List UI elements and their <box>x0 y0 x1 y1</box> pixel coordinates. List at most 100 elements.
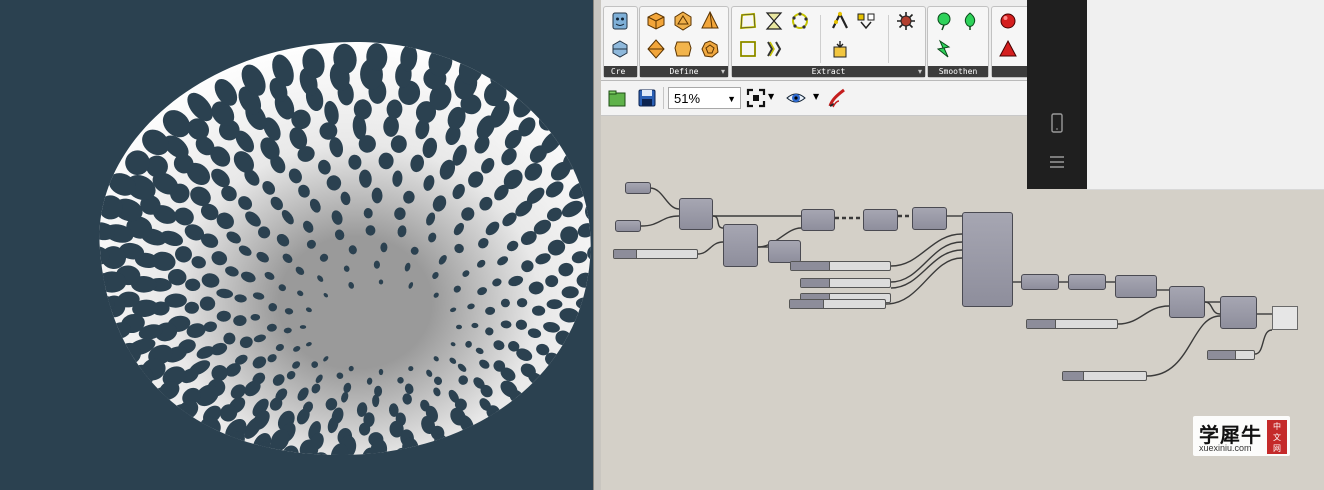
cull-faces-icon[interactable] <box>856 11 876 31</box>
mesh-cell-hole <box>545 92 566 114</box>
mesh-cell-hole <box>102 342 125 363</box>
mesh-cell-hole <box>342 462 364 490</box>
mesh-component[interactable] <box>768 240 801 263</box>
mesh-cell-hole <box>582 143 591 166</box>
mesh-component[interactable] <box>1068 274 1106 290</box>
mesh-component[interactable] <box>1115 275 1157 298</box>
phone-icon[interactable] <box>1048 112 1066 134</box>
mesh-cell-hole <box>587 124 591 150</box>
red-triangle-icon[interactable] <box>998 39 1018 59</box>
sketch-brush-icon[interactable] <box>827 88 847 108</box>
red-sphere-icon[interactable] <box>998 11 1018 31</box>
mesh-component[interactable] <box>863 209 898 231</box>
mesh-cell-hole <box>148 405 174 429</box>
menu-icon[interactable] <box>1048 153 1066 171</box>
dodecahedron-icon[interactable] <box>700 39 720 59</box>
mesh-cell-hole <box>265 455 297 490</box>
mesh-component[interactable] <box>912 207 947 230</box>
mesh-cell-hole <box>465 440 486 455</box>
mesh-cell-hole <box>378 368 384 376</box>
face-boundary-icon[interactable] <box>738 11 758 31</box>
face-icon[interactable] <box>610 11 630 31</box>
mesh-component[interactable] <box>679 198 713 230</box>
green-bolt-icon[interactable] <box>934 39 954 59</box>
panel-expand-icon[interactable]: ▾ <box>918 66 922 77</box>
number-slider[interactable] <box>613 249 698 259</box>
mesh-cell-hole <box>246 458 277 490</box>
open-file-icon[interactable] <box>607 88 627 108</box>
mesh-cell-hole <box>550 378 573 399</box>
rhino-viewport[interactable] <box>0 0 593 490</box>
edge-split-icon[interactable] <box>830 11 850 31</box>
mesh-cell-hole <box>586 313 591 334</box>
watermark-url: xuexiniu.com <box>1199 443 1252 453</box>
mesh-cell-hole <box>580 338 591 355</box>
floating-panel-content <box>1087 0 1324 190</box>
square-frame-icon[interactable] <box>738 39 758 59</box>
zoom-select[interactable]: 51% ▼ <box>668 87 741 109</box>
prism-icon[interactable] <box>673 39 693 59</box>
icosahedron-icon[interactable] <box>673 11 693 31</box>
mesh-cell-hole <box>436 451 456 455</box>
gear-bug-icon[interactable] <box>896 11 916 31</box>
number-slider[interactable] <box>789 299 886 309</box>
octahedron-icon[interactable] <box>646 39 666 59</box>
chevron-down-icon: ▼ <box>727 94 736 104</box>
preview-eye-icon[interactable] <box>786 88 806 108</box>
panel-label: Cre ··· <box>604 66 637 87</box>
mesh-cell-hole <box>566 106 591 133</box>
number-slider[interactable] <box>1062 371 1147 381</box>
mesh-component[interactable] <box>1021 274 1059 290</box>
mesh-cell-hole <box>406 478 428 490</box>
number-slider[interactable] <box>790 261 891 271</box>
mesh-component[interactable] <box>1220 296 1257 329</box>
mesh-component[interactable] <box>723 224 758 267</box>
mesh-cell-hole <box>199 296 216 311</box>
chevron-down-icon[interactable]: ▼ <box>768 92 774 101</box>
mesh-cell-hole <box>567 360 589 377</box>
mesh-cell-hole <box>341 454 362 455</box>
panel-expand-icon[interactable]: ▾ <box>721 66 725 77</box>
mesh-cell-hole <box>562 411 588 437</box>
boolean-toggle[interactable] <box>1207 350 1255 360</box>
green-drop-icon[interactable] <box>960 11 980 31</box>
mesh-cell-hole <box>403 455 426 478</box>
mesh-cell-hole <box>572 418 591 443</box>
number-input-component[interactable] <box>625 182 651 194</box>
mesh-cell-hole <box>562 383 585 405</box>
mesh-cell-hole <box>465 469 492 490</box>
mesh-cell-hole <box>424 442 443 455</box>
floating-panel-sidebar <box>1027 0 1087 189</box>
split-edges-icon[interactable] <box>764 39 784 59</box>
watermark-tag: 中 文 网 <box>1267 420 1287 454</box>
mesh-component[interactable] <box>1169 286 1205 318</box>
save-icon[interactable] <box>637 88 657 108</box>
number-input-component[interactable] <box>615 220 641 232</box>
mesh-component[interactable] <box>801 209 835 231</box>
zoom-extents-icon[interactable] <box>746 88 766 108</box>
panel-label: Extract <box>732 66 925 77</box>
cube-orange-icon[interactable] <box>646 11 666 31</box>
mesh-cell-hole <box>493 430 515 455</box>
number-slider[interactable] <box>800 278 891 288</box>
mesh-cell-hole <box>521 428 544 451</box>
hourglass-icon[interactable] <box>764 11 784 31</box>
join-faces-icon[interactable] <box>830 39 850 59</box>
mesh-cell-hole <box>214 437 237 455</box>
green-balloon-icon[interactable] <box>934 11 954 31</box>
zoom-value: 51% <box>674 91 701 106</box>
pyramid-icon[interactable] <box>700 11 720 31</box>
ribbon-panel-define: Define ▾ <box>639 6 729 78</box>
weaverbird-component[interactable] <box>962 212 1013 307</box>
mesh-cell-hole <box>578 363 591 384</box>
output-preview-component[interactable] <box>1272 306 1298 330</box>
mesh-cell-hole <box>496 441 516 455</box>
number-slider[interactable] <box>1026 319 1118 329</box>
hexagon-mesh-icon[interactable] <box>610 39 630 59</box>
mesh-cell-hole <box>491 455 526 490</box>
mesh-cell-hole <box>373 456 394 481</box>
mesh-cell-hole <box>524 447 548 455</box>
chevron-down-icon[interactable]: ▼ <box>813 92 819 101</box>
mesh-cell-hole <box>510 414 526 431</box>
vertex-ring-icon[interactable] <box>790 11 810 31</box>
